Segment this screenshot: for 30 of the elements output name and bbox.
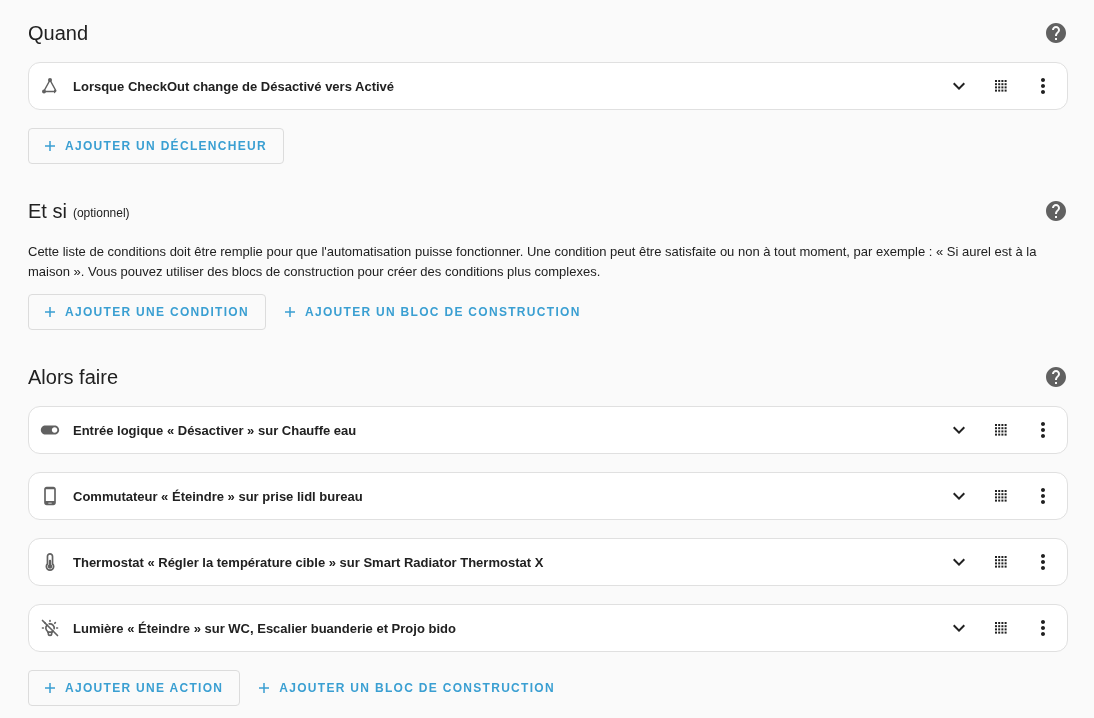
automation-row[interactable]: Entrée logique « Désactiver » sur Chauffe eau: [28, 406, 1068, 454]
nodes-icon: [40, 76, 60, 96]
section-title: Alors faire: [28, 365, 119, 389]
plus-icon: [45, 307, 55, 317]
row-label: Entrée logique « Désactiver » sur Chauffe eau: [73, 422, 358, 438]
automation-row[interactable]: Lorsque CheckOut change de Désactivé vers Activé: [28, 62, 1068, 110]
drag-handle-icon[interactable]: [995, 424, 1007, 436]
section-description: Cette liste de conditions doit être remplie pour que l'automatisation puisse fonctionner. Une condition peut être satisfaite ou non à tout moment, par exemple : « Si aurel est à la maison ». Vous pouvez utiliser des blocs de construction pour créer des conditions plus complexes.: [28, 243, 1038, 281]
automation-row[interactable]: Thermostat « Régler la température cible » sur Smart Radiator Thermostat X: [28, 538, 1068, 586]
section-subtitle: (optionnel): [72, 206, 130, 220]
plus-icon: [259, 683, 270, 693]
drag-handle-icon[interactable]: [995, 622, 1007, 634]
drag-handle-icon[interactable]: [995, 556, 1007, 568]
help-icon[interactable]: [1044, 365, 1068, 389]
drag-handle-icon[interactable]: [995, 80, 1007, 92]
help-icon[interactable]: [1044, 199, 1068, 223]
help-icon[interactable]: [1044, 21, 1068, 45]
row-label: Commutateur « Éteindre » sur prise lidl bureau: [73, 488, 364, 504]
row-label: Thermostat « Régler la température cible » sur Smart Radiator Thermostat X: [73, 554, 545, 570]
plus-icon: [45, 683, 55, 693]
automation-row[interactable]: Lumière « Éteindre » sur WC, Escalier buanderie et Projo bido: [28, 604, 1068, 652]
plus-icon: [45, 141, 55, 151]
plus-icon: [285, 307, 295, 317]
automation-row[interactable]: Commutateur « Éteindre » sur prise lidl bureau: [28, 472, 1068, 520]
row-label: Lorsque CheckOut change de Désactivé vers Activé: [73, 78, 396, 94]
section-title: Et si: [28, 199, 67, 223]
lightbulb-off-icon: [40, 618, 60, 638]
row-label: Lumière « Éteindre » sur WC, Escalier buanderie et Projo bido: [73, 620, 457, 636]
drag-handle-icon[interactable]: [995, 490, 1007, 502]
section-title: Quand: [28, 21, 89, 45]
